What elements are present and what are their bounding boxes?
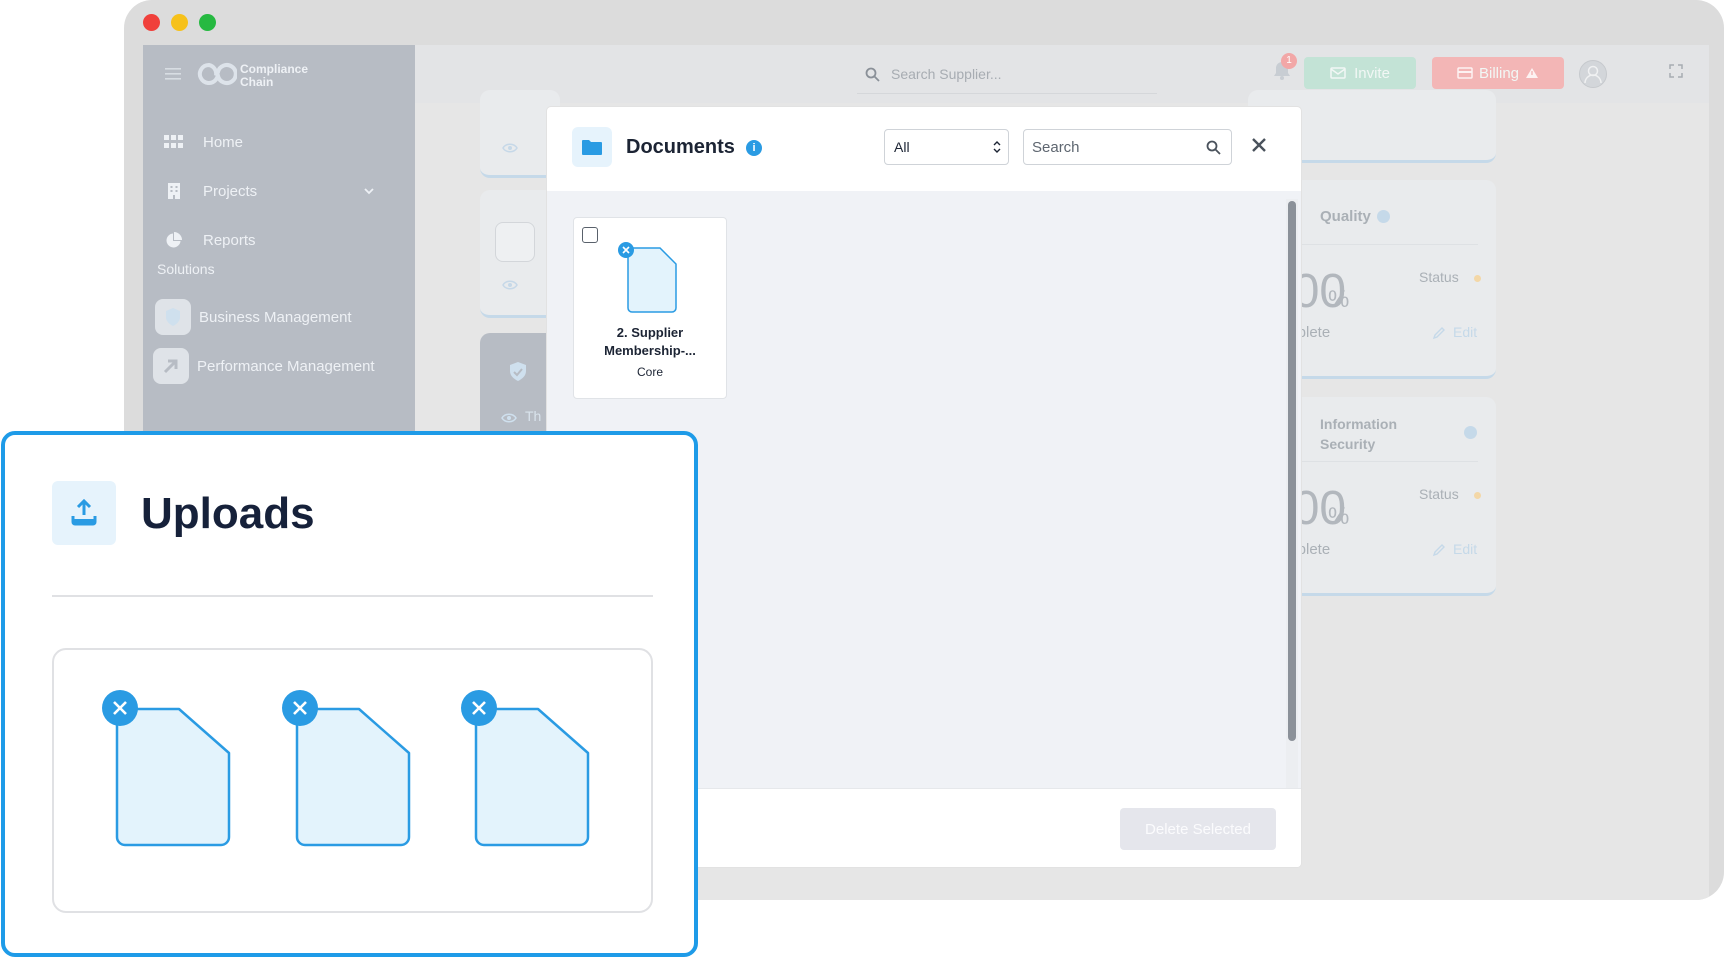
warning-icon	[1525, 67, 1539, 79]
sidebar-item-label: Reports	[203, 231, 256, 249]
sidebar-item-home[interactable]: Home	[143, 118, 415, 166]
card-title: Quality	[1320, 208, 1371, 225]
remove-file-icon[interactable]	[618, 242, 634, 258]
document-search-input[interactable]: Search	[1023, 129, 1232, 165]
sort-arrows-icon	[993, 140, 1001, 159]
partial-text: Th	[525, 408, 542, 424]
folder-icon	[572, 127, 612, 167]
search-icon	[865, 67, 880, 87]
logo-line2: Chain	[240, 75, 274, 89]
arrow-up-right-icon	[153, 348, 189, 384]
remove-file-icon[interactable]	[282, 690, 318, 726]
invite-button[interactable]: Invite	[1304, 57, 1416, 89]
avatar[interactable]	[1579, 60, 1607, 88]
sidebar-section-solutions: Solutions	[157, 261, 215, 277]
search-placeholder: Search	[1032, 139, 1080, 156]
notification-badge: 1	[1281, 53, 1297, 69]
status-label: Status	[1419, 486, 1459, 502]
divider	[52, 595, 653, 597]
search-placeholder: Search Supplier...	[891, 66, 1002, 82]
remove-file-icon[interactable]	[102, 690, 138, 726]
edit-link[interactable]: Edit	[1453, 324, 1477, 340]
card-title: Information Security	[1320, 416, 1397, 452]
status-label: Status	[1419, 269, 1459, 285]
edit-link[interactable]: Edit	[1453, 541, 1477, 557]
info-icon	[1377, 210, 1390, 223]
supplier-logo-icon	[495, 222, 535, 262]
billing-button[interactable]: Billing	[1432, 57, 1564, 89]
pie-chart-icon	[163, 229, 185, 251]
scrollbar-thumb[interactable]	[1288, 201, 1296, 741]
upload-file-1[interactable]	[102, 690, 242, 850]
document-checkbox[interactable]	[582, 227, 598, 243]
close-icon[interactable]	[1251, 137, 1267, 158]
modal-title: Documents	[626, 136, 735, 158]
chevron-down-icon[interactable]	[363, 184, 375, 201]
uploads-title: Uploads	[141, 489, 315, 538]
remove-file-icon[interactable]	[461, 690, 497, 726]
upload-file-3[interactable]	[461, 690, 601, 850]
upload-dropzone[interactable]	[52, 648, 653, 913]
grid-icon	[163, 131, 185, 153]
sidebar-item-business-management[interactable]: Business Management	[143, 293, 415, 341]
filter-selected-value: All	[894, 139, 910, 155]
shield-badge-icon	[155, 299, 191, 335]
sidebar-item-label: Business Management	[199, 308, 352, 326]
delete-selected-button[interactable]: Delete Selected	[1120, 808, 1276, 850]
mail-icon	[1330, 67, 1346, 79]
upload-file-2[interactable]	[282, 690, 422, 850]
close-window-button[interactable]	[143, 14, 160, 31]
building-icon	[163, 180, 185, 202]
eye-icon	[502, 277, 518, 295]
completion-unit: %	[1328, 286, 1350, 313]
fullscreen-icon[interactable]	[1669, 64, 1683, 83]
eye-icon	[501, 410, 517, 428]
status-dot	[1474, 275, 1481, 282]
sidebar-item-reports[interactable]: Reports	[143, 216, 415, 264]
billing-label: Billing	[1478, 64, 1520, 82]
credit-card-icon	[1457, 67, 1473, 79]
info-icon[interactable]: i	[746, 140, 762, 156]
filter-select[interactable]: All	[884, 129, 1009, 165]
sidebar-item-performance-management[interactable]: Performance Management	[143, 342, 415, 390]
pencil-icon[interactable]	[1432, 543, 1446, 562]
document-name: 2. Supplier Membership-...	[574, 324, 726, 360]
uploads-card: Uploads	[1, 431, 698, 957]
pencil-icon[interactable]	[1432, 326, 1446, 345]
document-card[interactable]: 2. Supplier Membership-... Core	[573, 217, 727, 399]
maximize-window-button[interactable]	[199, 14, 216, 31]
search-icon[interactable]	[1206, 140, 1221, 160]
supplier-search-input[interactable]: Search Supplier...	[857, 55, 1157, 94]
sidebar-item-projects[interactable]: Projects	[143, 167, 415, 215]
menu-icon[interactable]	[165, 67, 181, 86]
logo-icon	[197, 61, 238, 92]
status-dot	[1474, 492, 1481, 499]
modal-header: Documents i All Search	[547, 107, 1301, 192]
scrollbar-track[interactable]	[1286, 199, 1298, 795]
logo-text: Compliance Chain	[240, 63, 308, 89]
completion-unit: %	[1328, 503, 1350, 530]
minimize-window-button[interactable]	[171, 14, 188, 31]
document-file-icon	[624, 246, 678, 319]
sidebar-item-label: Home	[203, 133, 244, 151]
document-name-line1: 2. Supplier	[616, 325, 684, 340]
upload-icon	[52, 481, 116, 545]
top-bar: Search Supplier... 1 Invite Billing	[415, 45, 1709, 103]
sidebar-item-label: Performance Management	[197, 357, 375, 375]
document-name-line2: Membership-...	[604, 343, 696, 358]
document-category: Core	[636, 365, 663, 379]
sidebar-item-label: Projects	[203, 182, 258, 200]
invite-label: Invite	[1354, 64, 1390, 82]
shield-check-icon	[508, 361, 528, 388]
info-icon	[1464, 426, 1477, 439]
eye-icon	[502, 140, 518, 158]
